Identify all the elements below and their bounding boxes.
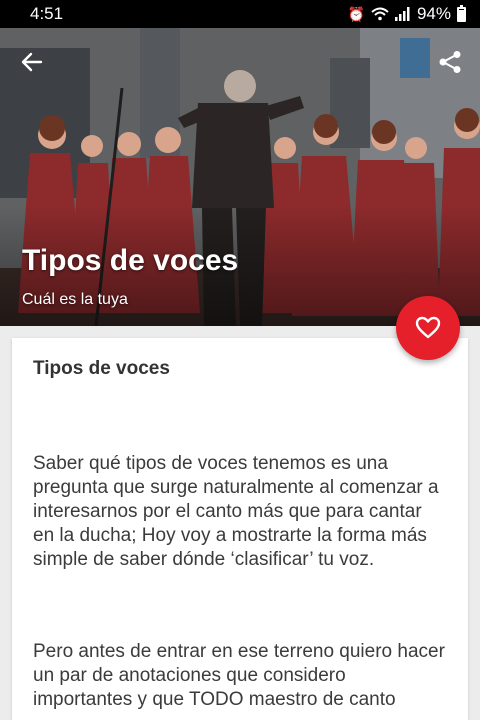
arrow-left-icon	[21, 52, 43, 72]
hero-image: Tipos de voces Cuál es la tuya	[0, 28, 480, 326]
article-heading: Tipos de voces	[33, 358, 170, 379]
status-icons: ⏰ 94%	[348, 4, 466, 24]
share-icon	[439, 51, 461, 73]
battery-percent: 94%	[416, 4, 451, 23]
article-card: Tipos de voces Saber qué tipos de voces …	[12, 338, 468, 720]
article-paragraph: Pero antes de entrar en ese terreno quie…	[33, 641, 445, 710]
page-title: Tipos de voces	[22, 244, 239, 277]
battery-icon	[457, 4, 466, 22]
back-button[interactable]	[16, 46, 48, 78]
share-button[interactable]	[434, 46, 466, 78]
article-paragraph: Saber qué tipos de voces tenemos es una …	[33, 453, 439, 570]
favorite-button[interactable]	[396, 296, 460, 360]
page-subtitle: Cuál es la tuya	[22, 291, 128, 308]
status-time: 4:51	[30, 4, 64, 23]
alarm-icon: ⏰	[347, 6, 365, 22]
signal-icon	[394, 7, 410, 21]
heart-icon	[415, 316, 441, 339]
wifi-icon	[371, 7, 389, 21]
status-bar: 4:51 ⏰ 94%	[0, 0, 480, 28]
